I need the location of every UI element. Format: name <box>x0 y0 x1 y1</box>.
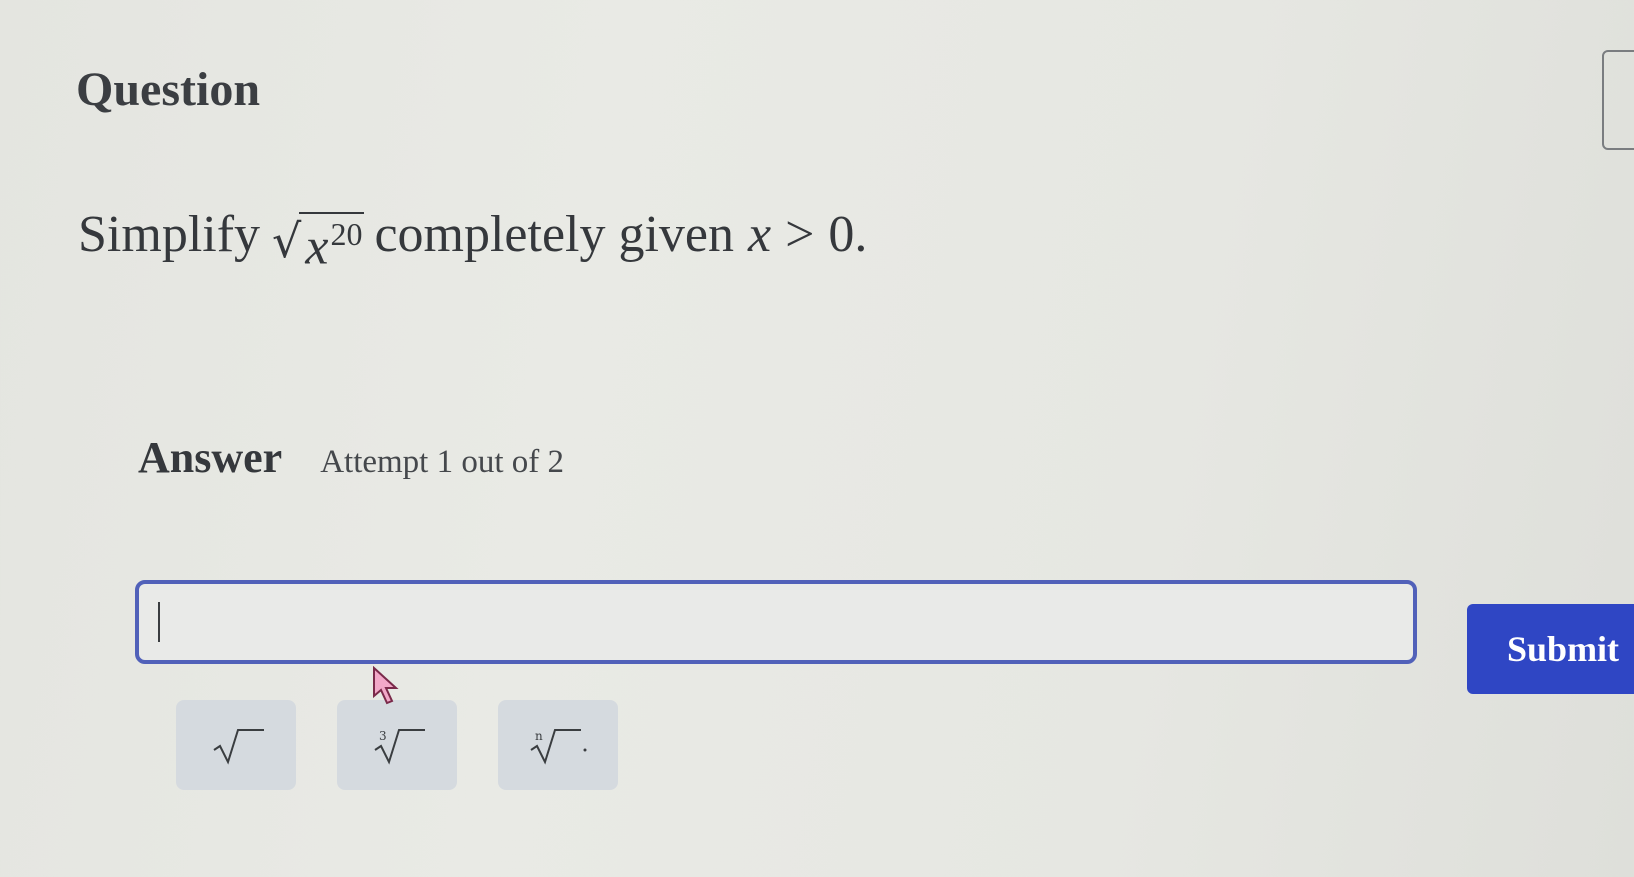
answer-input[interactable] <box>135 580 1417 664</box>
nth-root-button[interactable]: n <box>498 700 618 790</box>
square-root-expression: √ x20 <box>272 212 365 276</box>
radicand-base: x <box>305 218 329 276</box>
nth-root-icon: n <box>530 729 587 765</box>
answer-header: Answer Attempt 1 out of 2 <box>138 432 564 483</box>
radicand-exponent: 20 <box>330 216 363 252</box>
question-variable: x <box>748 206 772 263</box>
text-caret <box>158 602 160 642</box>
question-relation: > <box>785 206 815 263</box>
mouse-pointer-icon <box>373 666 399 705</box>
square-root-icon <box>213 729 264 765</box>
question-prefix: Simplify <box>78 206 261 263</box>
attempt-counter: Attempt 1 out of 2 <box>320 444 565 480</box>
cube-root-icon: 3 <box>374 729 425 765</box>
submit-button[interactable]: Submit <box>1467 604 1634 694</box>
answer-label: Answer <box>138 433 283 482</box>
question-text: Simplify √ x20 completely given x > 0. <box>78 205 867 276</box>
cube-root-button[interactable]: 3 <box>337 700 457 790</box>
question-value: 0. <box>828 206 868 263</box>
nth-root-index: n <box>535 729 543 743</box>
radical-sign-icon: √ <box>272 214 302 268</box>
question-heading: Question <box>76 63 261 116</box>
cube-root-index: 3 <box>379 729 387 743</box>
question-middle-text: completely given <box>374 206 734 263</box>
square-root-button[interactable] <box>176 700 296 790</box>
side-panel-box[interactable] <box>1602 50 1634 150</box>
submit-label: Submit <box>1507 629 1620 669</box>
radicand: x20 <box>299 212 365 276</box>
